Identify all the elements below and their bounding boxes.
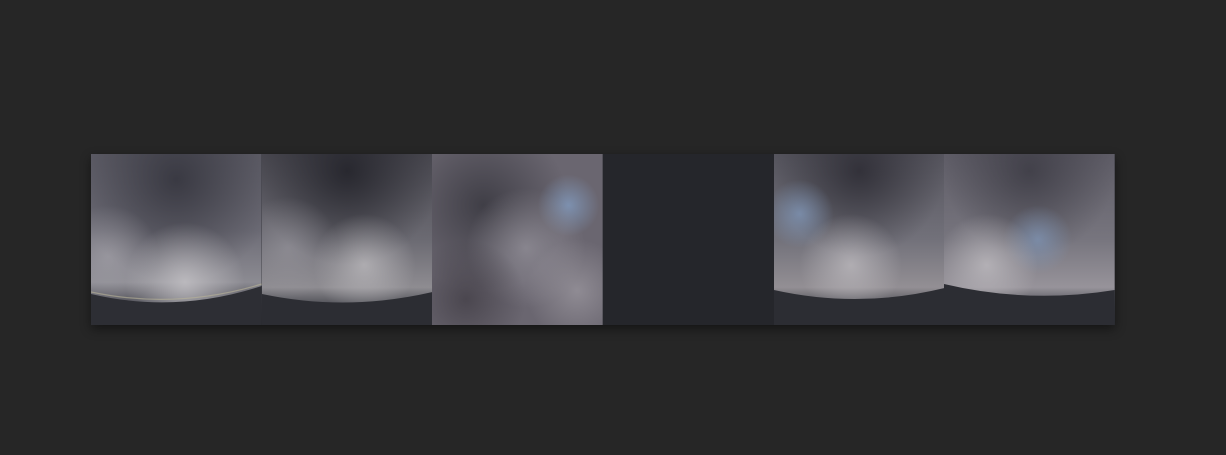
skybox-face-1-image: [91, 154, 262, 325]
cloud-image-6: [944, 154, 1115, 325]
cloud-image-3: [432, 154, 603, 325]
skybox-face-6-image: [944, 154, 1115, 325]
cloud-image-5: [773, 154, 945, 325]
skybox-face-5-image: [773, 154, 945, 325]
cloud-image-1: [91, 154, 262, 325]
cloud-image-2: [261, 154, 433, 325]
skybox-face-4-empty: [602, 154, 774, 325]
skybox-face-2-image: [261, 154, 433, 325]
image-viewer-canvas: [0, 0, 1226, 455]
skybox-face-3-image: [432, 154, 603, 325]
skybox-cubemap-strip: [91, 154, 1115, 325]
